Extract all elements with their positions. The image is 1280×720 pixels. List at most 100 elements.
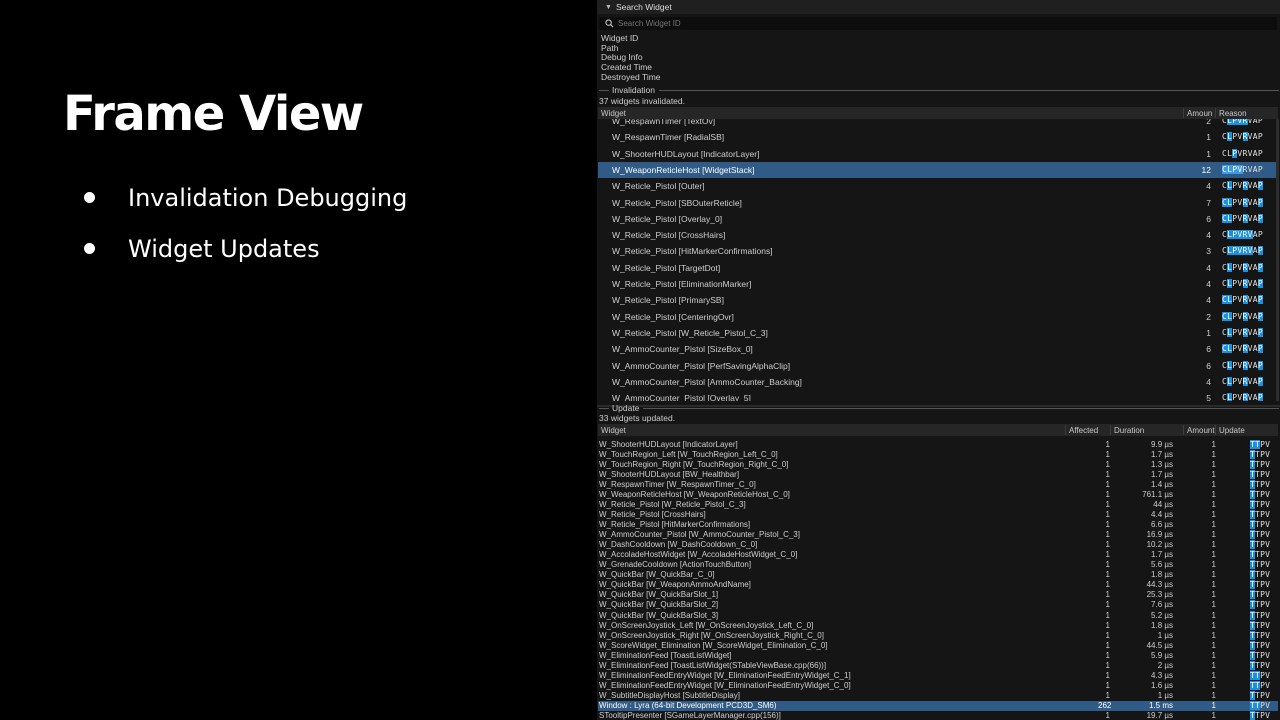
row-widget-name: W_ShooterHUDLayout [IndicatorLayer]: [599, 440, 738, 449]
invalidation-list[interactable]: W_RespawnTimer [TextOv] 2 CLPVRVAP W_Respaw…: [598, 119, 1278, 401]
col-update[interactable]: Update: [1219, 426, 1245, 435]
col-amount[interactable]: Amoun: [1187, 109, 1212, 118]
row-update-flags: TTPV: [1250, 650, 1271, 660]
row-affected: 1: [1105, 650, 1110, 660]
row-affected: 1: [1105, 710, 1110, 720]
table-row[interactable]: W_QuickBar [W_WeaponAmmoAndName] 1 44.3 µs…: [598, 580, 1278, 590]
table-row[interactable]: W_Reticle_Pistol [HitMarkerConfirmations…: [598, 520, 1278, 530]
table-row[interactable]: W_OnScreenJoystick_Left [W_OnScreenJoyst…: [598, 620, 1278, 631]
row-widget-name: Window : Lyra (64-bit Development PCD3D_…: [599, 700, 777, 710]
search-widget-header[interactable]: ▼ Search Widget: [597, 0, 1280, 14]
row-amount: 4: [1206, 230, 1211, 241]
table-row[interactable]: W_ScoreWidget_Elimination [W_ScoreWidget…: [598, 640, 1278, 651]
table-row[interactable]: W_EliminationFeedEntryWidget [W_Eliminat…: [598, 670, 1278, 681]
table-row[interactable]: W_RespawnTimer [RadialSB] 1 CLPVRVAP: [598, 129, 1278, 145]
table-row[interactable]: W_QuickBar [W_QuickBarSlot_3] 1 5.2 µs 1 TTP…: [598, 610, 1278, 621]
row-amount: 1: [1211, 590, 1216, 600]
table-row[interactable]: W_AmmoCounter_Pistol [PerfSavingAlphaCli…: [598, 358, 1278, 374]
row-reason-flags: CLPVRVAP: [1222, 181, 1263, 191]
row-update-flags: TTPV: [1250, 620, 1271, 630]
row-amount: 1: [1211, 610, 1216, 620]
table-row[interactable]: W_Reticle_Pistol [Overlay_0] 6 CLPVRVAP: [598, 211, 1278, 227]
row-update-flags: TTPV: [1250, 480, 1271, 490]
search-input[interactable]: [618, 19, 1218, 28]
row-amount: 4: [1206, 295, 1211, 306]
table-row[interactable]: W_Reticle_Pistol [CrossHairs] 1 4.4 µs 1 TTP…: [598, 510, 1278, 520]
table-row[interactable]: W_Reticle_Pistol [TargetDot] 4 CLPVRVAP: [598, 260, 1278, 276]
collapse-triangle-icon[interactable]: ▼: [605, 4, 612, 11]
table-row[interactable]: W_AccoladeHostWidget [W_AccoladeHostWidg…: [598, 550, 1278, 560]
table-row[interactable]: W_WeaponReticleHost [W_WeaponReticleHost…: [598, 490, 1278, 500]
invalidation-section-header[interactable]: Invalidation: [599, 85, 1279, 95]
table-row[interactable]: W_QuickBar [W_QuickBarSlot_1] 1 25.3 µs 1 TT…: [598, 590, 1278, 600]
table-row[interactable]: W_EliminationFeedEntryWidget [W_Eliminat…: [598, 680, 1278, 691]
table-row[interactable]: W_AmmoCounter_Pistol [SizeBox_0] 6 CLPVRVA…: [598, 341, 1278, 357]
table-row[interactable]: Window : Lyra (64-bit Development PCD3D_…: [598, 700, 1278, 711]
col-widget[interactable]: Widget: [601, 426, 626, 435]
update-section-header[interactable]: Update: [599, 403, 1279, 413]
table-row[interactable]: W_WeaponReticleHost [WidgetStack] 12 CLPVR…: [598, 161, 1278, 178]
table-row[interactable]: W_ShooterHUDLayout [IndicatorLayer] 1 9.9 …: [598, 440, 1278, 450]
row-amount: 1: [1211, 580, 1216, 590]
row-widget-name: W_Reticle_Pistol [CenteringOvr]: [612, 311, 734, 322]
table-row[interactable]: STooltipPresenter [SGameLayerManager.cpp…: [598, 710, 1278, 720]
table-row[interactable]: W_Reticle_Pistol [CenteringOvr] 2 CLPVRVAP: [598, 309, 1278, 325]
table-row[interactable]: W_EliminationFeed [ToastListWidget] 1 5.9 …: [598, 650, 1278, 661]
table-row[interactable]: W_OnScreenJoystick_Right [W_OnScreenJoys…: [598, 630, 1278, 641]
table-row[interactable]: W_Reticle_Pistol [EliminationMarker] 4 CLP…: [598, 276, 1278, 292]
table-row[interactable]: W_TouchRegion_Right [W_TouchRegion_Right…: [598, 460, 1278, 470]
table-row[interactable]: W_RespawnTimer [TextOv] 2 CLPVRVAP: [598, 119, 1278, 129]
table-row[interactable]: W_ShooterHUDLayout [BW_Healthbar] 1 1.7 µs…: [598, 470, 1278, 480]
search-box[interactable]: [599, 17, 1277, 30]
table-row[interactable]: W_GrenadeCooldown [ActionTouchButton] 1 5.…: [598, 560, 1278, 570]
row-affected: 1: [1105, 530, 1110, 540]
table-row[interactable]: W_AmmoCounter_Pistol [W_AmmoCounter_Pist…: [598, 530, 1278, 540]
table-row[interactable]: W_Reticle_Pistol [PrimarySB] 4 CLPVRVAP: [598, 292, 1278, 308]
row-widget-name: W_OnScreenJoystick_Left [W_OnScreenJoyst…: [599, 620, 814, 630]
bullet-item: Invalidation Debugging: [84, 172, 407, 223]
row-widget-name: W_QuickBar [W_QuickBarSlot_2]: [599, 600, 719, 610]
table-row[interactable]: W_QuickBar [W_QuickBar_C_0] 1 1.8 µs 1 TTPV: [598, 570, 1278, 580]
row-affected: 1: [1105, 610, 1110, 620]
row-duration: 5.6 µs: [1151, 560, 1173, 570]
table-row[interactable]: W_SubtitleDisplayHost [SubtitleDisplay] 1…: [598, 690, 1278, 701]
table-row[interactable]: W_Reticle_Pistol [CrossHairs] 4 CLPVRVAP: [598, 227, 1278, 243]
row-widget-name: W_Reticle_Pistol [SBOuterReticle]: [612, 197, 742, 208]
table-row[interactable]: W_DashCooldown [W_DashCooldown_C_0] 1 10.2…: [598, 540, 1278, 550]
row-reason-flags: CLPVRVAP: [1222, 279, 1263, 288]
row-amount: 2: [1206, 119, 1211, 126]
table-row[interactable]: W_QuickBar [W_QuickBarSlot_2] 1 7.6 µs 1 TTP…: [598, 600, 1278, 610]
row-duration: 5.2 µs: [1151, 610, 1173, 620]
search-widget-title: Search Widget: [615, 2, 672, 12]
table-row[interactable]: W_Reticle_Pistol [HitMarkerConfirmations…: [598, 243, 1278, 259]
row-duration: 44.5 µs: [1146, 640, 1173, 650]
table-row[interactable]: W_Reticle_Pistol [W_Reticle_Pistol_C_3] 1…: [598, 500, 1278, 510]
table-row[interactable]: W_AmmoCounter_Pistol [AmmoCounter_Backin…: [598, 374, 1278, 390]
row-amount: 1: [1211, 470, 1216, 480]
row-amount: 1: [1211, 540, 1216, 550]
col-duration[interactable]: Duration: [1114, 426, 1144, 435]
table-row[interactable]: W_RespawnTimer [W_RespawnTimer_C_0] 1 1.4 …: [598, 480, 1278, 490]
col-reason[interactable]: Reason: [1219, 109, 1247, 118]
col-affected[interactable]: Affected: [1069, 426, 1098, 435]
row-reason-flags: CLPVRVAP: [1222, 148, 1263, 158]
row-update-flags: TTPV: [1250, 600, 1271, 610]
row-update-flags: TTPV: [1250, 520, 1271, 530]
invalidation-scrollbar[interactable]: [1276, 119, 1279, 401]
row-widget-name: W_AmmoCounter_Pistol [W_AmmoCounter_Pist…: [599, 530, 800, 540]
table-row[interactable]: W_AmmoCounter_Pistol [Overlay_5] 5 CLPVRVA…: [598, 390, 1278, 401]
col-widget[interactable]: Widget: [601, 109, 626, 118]
bullet-item: Widget Updates: [84, 223, 407, 274]
table-row[interactable]: W_Reticle_Pistol [SBOuterReticle] 7 CLPVRV…: [598, 195, 1278, 211]
row-reason-flags: CLPVRVAP: [1222, 360, 1263, 370]
table-row[interactable]: W_Reticle_Pistol [W_Reticle_Pistol_C_3] 1…: [598, 325, 1278, 341]
row-widget-name: W_EliminationFeedEntryWidget [W_Eliminat…: [599, 670, 851, 680]
table-row[interactable]: W_EliminationFeed [ToastListWidget(STabl…: [598, 660, 1278, 671]
table-row[interactable]: W_ShooterHUDLayout [IndicatorLayer] 1 CLPV…: [598, 146, 1278, 162]
col-amount[interactable]: Amount: [1187, 426, 1215, 435]
row-widget-name: W_QuickBar [W_WeaponAmmoAndName]: [599, 580, 751, 590]
update-list[interactable]: W_ShooterHUDLayout [IndicatorLayer] 1 9.9 …: [598, 437, 1278, 720]
table-row[interactable]: W_TouchRegion_Left [W_TouchRegion_Left_C…: [598, 450, 1278, 460]
row-amount: 1: [1211, 650, 1216, 660]
table-row[interactable]: W_Reticle_Pistol [Outer] 4 CLPVRVAP: [598, 178, 1278, 194]
